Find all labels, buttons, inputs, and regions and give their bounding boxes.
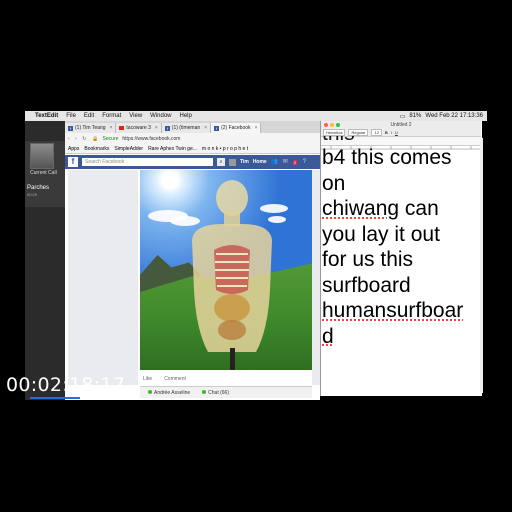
back-forward-reload-icons[interactable]: ‹ › ↻ — [68, 136, 88, 142]
text-line: surfboard — [322, 273, 411, 297]
underline-button[interactable]: U — [395, 130, 398, 135]
menu-format[interactable]: Format — [102, 113, 121, 119]
bookmark-simpleadder[interactable]: SimpleAdder — [114, 146, 143, 152]
online-status-icon — [202, 389, 207, 394]
chat-contact-name: Andrée Asseline — [154, 389, 191, 396]
friend-requests-icon[interactable]: 👥 — [271, 159, 278, 166]
facebook-icon: f — [214, 125, 220, 131]
font-size-select[interactable]: 12 — [371, 129, 382, 136]
avatar[interactable] — [229, 158, 236, 166]
feed-right-margin — [312, 170, 320, 385]
text-line: b4 this comes — [322, 146, 452, 169]
close-icon[interactable]: × — [155, 125, 158, 131]
textedit-format-bar: Helvetica Regular 12 B I U — [321, 129, 481, 137]
text-line-misspelled[interactable]: humansurfboar — [322, 298, 478, 324]
menu-window[interactable]: Window — [150, 113, 171, 119]
browser-tab[interactable]: tacoware 3 × — [116, 123, 162, 133]
document-title: Untitled 2 — [390, 122, 412, 128]
post-photo[interactable] — [140, 170, 312, 370]
chat-contact[interactable]: Andrée Asseline — [148, 389, 191, 396]
browser-tab-active[interactable]: f (2) Facebook × — [211, 123, 262, 133]
font-family-select[interactable]: Helvetica — [323, 129, 346, 136]
menu-view[interactable]: View — [129, 113, 142, 119]
url-text[interactable]: https://www.facebook.com — [122, 136, 180, 142]
bookmark-aphex[interactable]: Rare Aphex Twin ge... — [148, 146, 197, 152]
battery-percent: 81% — [409, 113, 422, 119]
messages-icon[interactable]: ✉ — [282, 159, 289, 166]
textedit-titlebar: Untitled 2 — [321, 121, 481, 129]
menu-edit[interactable]: Edit — [84, 113, 94, 119]
home-link[interactable]: Home — [253, 159, 267, 165]
text-line: chiwang can — [322, 196, 478, 222]
video-progress-bar — [30, 397, 80, 399]
youtube-icon — [119, 126, 125, 130]
browser-tab[interactable]: f (1) Tim Teang × — [65, 123, 117, 133]
facebook-navbar: f Search Facebook ⌕ Tim Home 👥 ✉ 2 ? — [65, 155, 320, 169]
menu-app-name[interactable]: TextEdit — [35, 113, 58, 119]
bookmark-monk[interactable]: m o n k • p r o p h e t — [202, 146, 248, 152]
bookmark-apps[interactable]: Apps — [68, 146, 79, 152]
call-camera-label: Current Call — [30, 170, 57, 176]
chat-label: Chat (66) — [208, 389, 229, 396]
text-line: on — [322, 171, 346, 195]
textedit-document-body[interactable]: b4 this comes on chiwang can you lay it … — [322, 145, 478, 395]
feed-left-margin — [68, 170, 138, 385]
tab-label: (1) Tim Teang — [75, 125, 106, 131]
textedit-scrollbar[interactable] — [480, 138, 483, 393]
figure-stand — [230, 348, 235, 370]
post-actions: Like Comment — [140, 374, 312, 384]
notifications-badge[interactable]: 2 — [292, 159, 297, 165]
mac-menubar: TextEdit File Edit Format View Window He… — [25, 111, 487, 121]
close-icon[interactable]: × — [109, 125, 112, 131]
tab-label: (2) Facebook — [221, 125, 251, 131]
misspelled-word[interactable]: chiwang — [322, 197, 399, 220]
minimize-window-icon[interactable] — [330, 123, 334, 127]
like-button[interactable]: Like — [143, 376, 152, 382]
battery-icon[interactable]: ▭ — [400, 113, 406, 120]
search-icon[interactable]: ⌕ — [217, 158, 225, 166]
close-icon[interactable]: × — [204, 125, 207, 131]
chat-bar: Andrée Asseline Chat (66) — [140, 386, 312, 398]
tab-label: tacoware 3 — [126, 125, 151, 131]
secure-label: Secure — [102, 135, 119, 142]
close-icon[interactable]: × — [255, 125, 258, 131]
help-icon[interactable]: ? — [301, 159, 308, 166]
zoom-window-icon[interactable] — [336, 123, 340, 127]
facebook-icon: f — [68, 125, 73, 131]
profile-link[interactable]: Tim — [240, 159, 249, 165]
tab-label: (1) (timeman — [171, 125, 201, 131]
bold-button[interactable]: B — [385, 130, 388, 135]
browser-tab[interactable]: f (1) (timeman × — [161, 123, 212, 133]
text-line: for us this — [322, 248, 414, 271]
bookmark-bookmarks[interactable]: Bookmarks — [84, 146, 109, 152]
browser-tab-bar: f (1) Tim Teang × tacoware 3 × f (1) (timema… — [65, 121, 320, 133]
facebook-logo-icon[interactable]: f — [68, 157, 78, 167]
menu-help[interactable]: Help — [180, 113, 192, 119]
menubar-clock[interactable]: Wed Feb 22 17:13:36 — [425, 113, 483, 119]
facebook-search-input[interactable]: Search Facebook — [82, 158, 213, 166]
caller-video-thumbnail[interactable] — [30, 143, 54, 169]
comment-button[interactable]: Comment — [164, 376, 186, 382]
text-fragment: can — [399, 197, 439, 220]
font-style-select[interactable]: Regular — [348, 129, 369, 136]
facebook-icon: f — [164, 125, 170, 131]
chat-toggle[interactable]: Chat (66) — [202, 389, 229, 396]
italic-button[interactable]: I — [391, 130, 392, 135]
bookmarks-bar: Apps Bookmarks SimpleAdder Rare Aphex Tw… — [65, 144, 320, 154]
close-window-icon[interactable] — [324, 123, 328, 127]
text-line-misspelled[interactable]: d — [322, 324, 478, 350]
text-line: you lay it out — [322, 222, 440, 246]
menu-file[interactable]: File — [66, 113, 76, 119]
anatomical-torso-figure — [192, 180, 272, 352]
caller-name: Parches — [27, 185, 50, 191]
video-timecode: 00:02:18;17 — [6, 374, 126, 396]
online-status-icon — [148, 389, 152, 394]
call-duration: 00:29 — [27, 192, 38, 197]
lock-icon: 🔒 — [92, 135, 99, 142]
